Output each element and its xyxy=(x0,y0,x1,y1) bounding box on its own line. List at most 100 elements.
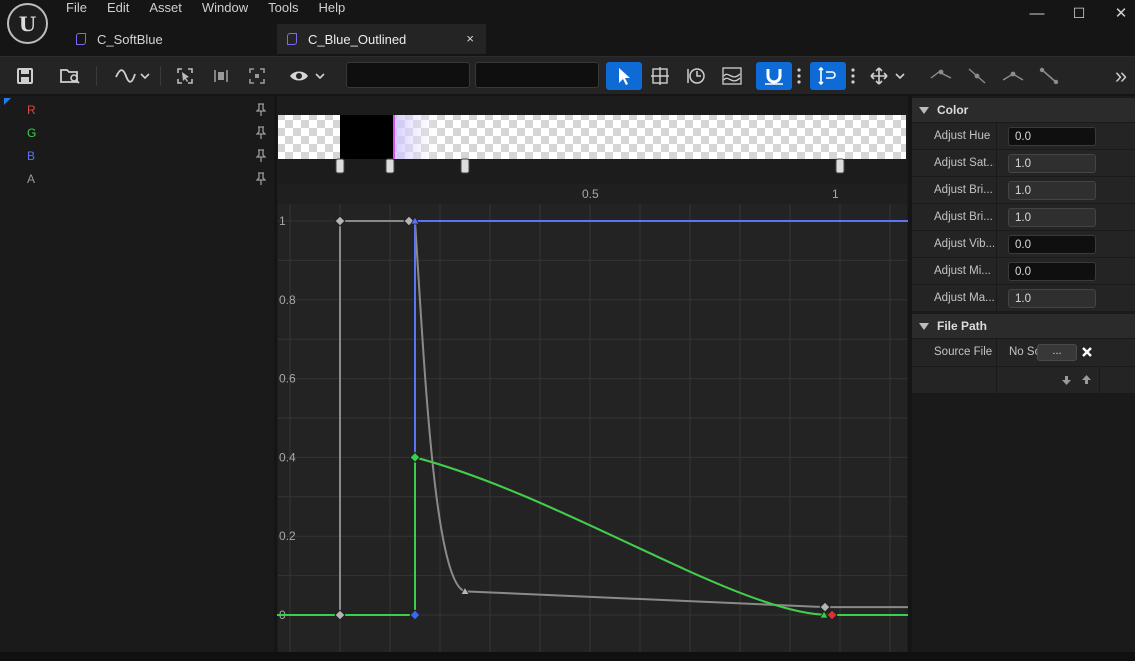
frame-vertical-icon xyxy=(249,68,265,84)
gradient-stop-handle[interactable] xyxy=(385,158,395,174)
prop-divider xyxy=(996,177,997,204)
prop-divider xyxy=(996,285,997,312)
prop-value-input[interactable]: 1.0 xyxy=(1008,208,1096,227)
gradient-stop-handle[interactable] xyxy=(460,158,470,174)
curve-list-panel: R G B A xyxy=(0,96,274,661)
browse-asset-button[interactable] xyxy=(56,62,84,90)
prop-row: Adjust Bri... 1.0 xyxy=(912,177,1135,204)
tangent-user-button[interactable] xyxy=(964,62,990,90)
retime-tool-button[interactable] xyxy=(684,62,708,90)
snap-time-button[interactable] xyxy=(756,62,792,90)
browse-file-button[interactable]: ... xyxy=(1037,344,1077,361)
curve-asset-icon xyxy=(76,33,86,45)
save-icon xyxy=(17,68,33,84)
magnet-icon xyxy=(765,69,783,85)
caret-down-icon xyxy=(919,106,929,114)
tangent-linear-button[interactable] xyxy=(1036,62,1062,90)
prop-value-input[interactable]: 0.0 xyxy=(1008,127,1096,146)
curve-row-b[interactable]: B xyxy=(0,144,274,167)
prop-divider xyxy=(996,339,997,366)
prop-value-input[interactable]: 0.0 xyxy=(1008,235,1096,254)
arrow-up-icon[interactable] xyxy=(1081,374,1092,385)
menu-help[interactable]: Help xyxy=(308,0,355,16)
frame-select-icon xyxy=(177,68,193,84)
pin-icon[interactable] xyxy=(256,103,266,116)
toolbar-separator xyxy=(160,66,161,86)
prop-divider xyxy=(996,367,997,394)
curve-graph[interactable]: 0.5 1 1 0.8 0.6 0.4 0.2 0 xyxy=(277,96,908,652)
toolbar-overflow-button[interactable]: » xyxy=(1108,62,1134,90)
tab-label: C_SoftBlue xyxy=(97,31,163,47)
tab-c-softblue[interactable]: C_SoftBlue xyxy=(64,24,274,54)
visibility-dropdown[interactable] xyxy=(287,62,327,90)
gradient-magenta-edge xyxy=(393,115,395,159)
select-tool-button[interactable] xyxy=(606,62,642,90)
tangent-auto-icon xyxy=(930,69,952,79)
arrow-down-icon[interactable] xyxy=(1061,375,1072,386)
pin-icon[interactable] xyxy=(256,172,266,185)
multi-scale-tool-button[interactable] xyxy=(720,62,744,90)
menu-file[interactable]: File xyxy=(56,0,97,16)
category-label: Color xyxy=(937,103,969,117)
tab-c-blue-outlined[interactable]: C_Blue_Outlined × xyxy=(277,24,486,54)
prop-divider xyxy=(1099,367,1100,394)
curve-graph-svg[interactable]: 0.5 110.80.60.40.20 xyxy=(277,96,908,652)
tangent-auto-button[interactable] xyxy=(928,62,954,90)
frame-vertical-button[interactable] xyxy=(244,62,270,90)
transform-tool-button[interactable] xyxy=(648,62,672,90)
tangent-break-icon xyxy=(1002,71,1024,81)
prop-row: Adjust Sat... 1.0 xyxy=(912,150,1135,177)
save-button[interactable] xyxy=(12,62,38,90)
zoom-to-fit-button[interactable] xyxy=(172,62,198,90)
curve-row-r[interactable]: R xyxy=(0,98,274,121)
curve-view-dropdown[interactable] xyxy=(112,62,152,90)
curve-row-a[interactable]: A xyxy=(0,167,274,190)
prop-value-input[interactable]: 1.0 xyxy=(1008,154,1096,173)
snap-value-options-button[interactable] xyxy=(848,62,858,90)
category-file-path[interactable]: File Path xyxy=(912,314,1135,338)
unreal-logo-icon[interactable]: U xyxy=(7,3,48,44)
pin-icon[interactable] xyxy=(256,126,266,139)
prop-name: Adjust Bri... xyxy=(934,211,993,223)
transform-icon xyxy=(651,67,669,85)
close-window-button[interactable]: ✕ xyxy=(1109,3,1133,23)
pin-icon[interactable] xyxy=(256,149,266,162)
menu-asset[interactable]: Asset xyxy=(139,0,192,16)
prop-row: Adjust Hue 0.0 xyxy=(912,123,1135,150)
prop-divider xyxy=(996,150,997,177)
caret-down-icon xyxy=(919,322,929,330)
frame-horizontal-button[interactable] xyxy=(208,62,234,90)
curve-row-g[interactable]: G xyxy=(0,121,274,144)
category-color[interactable]: Color xyxy=(912,98,1135,122)
prop-name: Adjust Bri... xyxy=(934,184,993,196)
prop-divider xyxy=(996,231,997,258)
category-label: File Path xyxy=(937,319,988,333)
gradient-stop-handle[interactable] xyxy=(835,158,845,174)
snap-value-icon xyxy=(818,66,836,86)
tangent-break-button[interactable] xyxy=(1000,62,1026,90)
x-tick-label: 1 xyxy=(832,187,839,201)
more-vertical-icon xyxy=(851,68,855,84)
axis-snapping-dropdown[interactable] xyxy=(868,62,908,90)
toolbar: » xyxy=(0,56,1135,94)
menu-tools[interactable]: Tools xyxy=(258,0,308,16)
prop-name: Adjust Sat... xyxy=(934,157,994,169)
time-input[interactable] xyxy=(346,62,470,88)
gradient-stop-handle[interactable] xyxy=(335,158,345,174)
clear-icon[interactable] xyxy=(1081,346,1093,358)
value-input[interactable] xyxy=(475,62,599,88)
tab-close-icon[interactable]: × xyxy=(466,31,474,46)
prop-reorder-row xyxy=(912,367,1135,394)
prop-value-input[interactable]: 0.0 xyxy=(1008,262,1096,281)
prop-value-input[interactable]: 1.0 xyxy=(1008,289,1096,308)
prop-value-input[interactable]: 1.0 xyxy=(1008,181,1096,200)
minimize-button[interactable]: — xyxy=(1025,3,1049,23)
maximize-button[interactable]: ☐ xyxy=(1067,3,1091,23)
menu-window[interactable]: Window xyxy=(192,0,258,16)
menu-edit[interactable]: Edit xyxy=(97,0,139,16)
curve-asset-icon xyxy=(287,33,297,45)
folder-search-icon xyxy=(60,69,80,84)
snap-value-button[interactable] xyxy=(810,62,846,90)
snap-time-options-button[interactable] xyxy=(794,62,804,90)
curve-label-b: B xyxy=(27,148,36,163)
